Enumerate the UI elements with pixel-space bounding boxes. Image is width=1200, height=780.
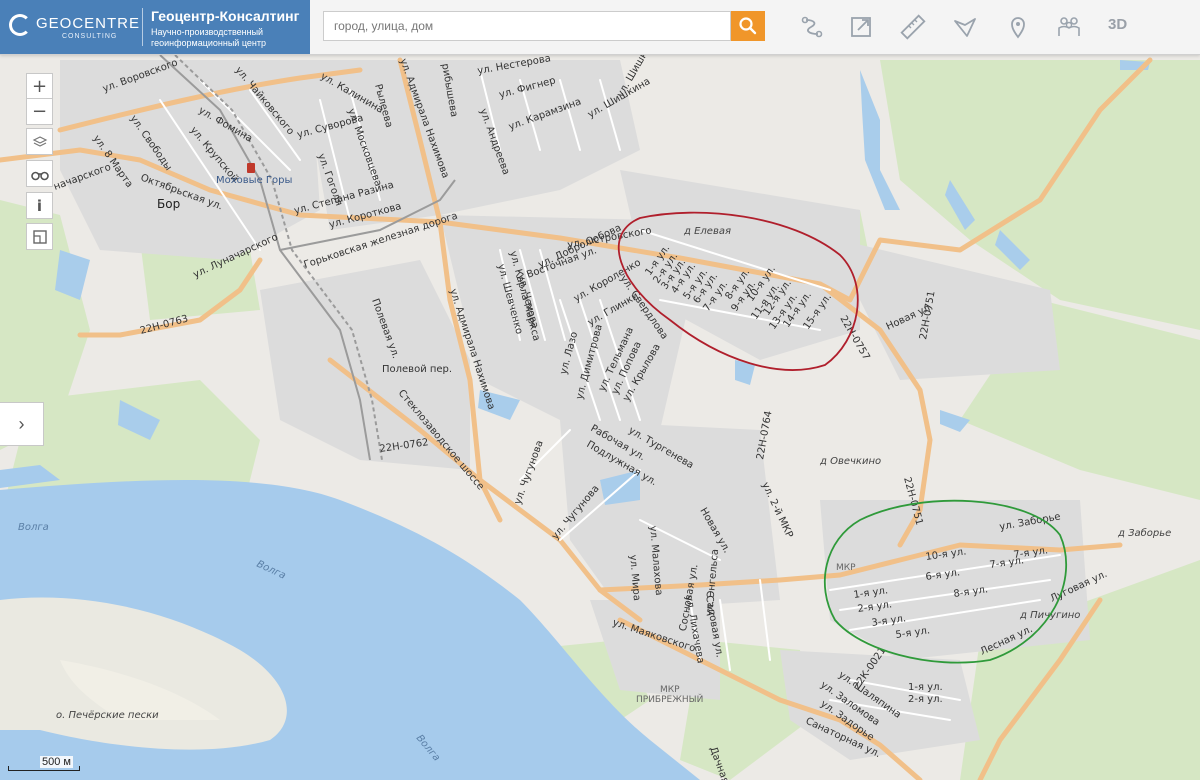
search-input[interactable]	[323, 11, 731, 41]
place-zaborye: д Заборье	[1117, 527, 1171, 539]
binoculars-icon	[30, 171, 49, 180]
area-tool[interactable]	[950, 12, 980, 42]
place-volga-1: Волга	[18, 522, 49, 533]
info-button[interactable]: i	[26, 192, 53, 219]
scale-bar: 500 м	[8, 756, 108, 775]
map-canvas[interactable]: 22Н-0763 22Н-0762 22Н-0757 22Н-0751 22Н-…	[0, 0, 1200, 780]
svg-text:2-я ул.: 2-я ул.	[908, 694, 943, 705]
logo-icon	[9, 14, 31, 36]
search-button[interactable]	[731, 11, 765, 41]
south-small-labels: 1-я ул. 2-я ул.	[908, 682, 943, 705]
place-eleva: д Елевая	[683, 226, 731, 237]
search-icon	[739, 16, 757, 34]
fullscreen-button[interactable]	[26, 223, 53, 250]
svg-text:Полевой пер.: Полевой пер.	[382, 364, 452, 375]
logo-subtext: CONSULTING	[62, 33, 118, 40]
location-pin-icon	[1011, 17, 1025, 39]
brand-title: Геоцентр-Консалтинг	[151, 8, 300, 24]
ruler-tool[interactable]	[898, 12, 928, 42]
logo-wordmark: GEOCENTRE	[36, 15, 141, 32]
railway-station-icon[interactable]	[247, 163, 255, 173]
route-icon	[801, 16, 823, 38]
brand-subtitle-line2: геоинформационный центр	[151, 38, 266, 48]
location-tool[interactable]	[1003, 12, 1033, 42]
place-mkr-pribr-1: МКР	[660, 685, 680, 695]
plus-icon: +	[31, 76, 48, 97]
brand-block[interactable]: GEOCENTRE CONSULTING Геоцентр-Консалтинг…	[0, 0, 310, 54]
scale-label: 500 м	[40, 756, 73, 768]
svg-text:1-я ул.: 1-я ул.	[908, 682, 943, 693]
zoom-out-button[interactable]: −	[26, 98, 53, 125]
brand-divider	[142, 8, 143, 46]
place-bor: Бор	[157, 197, 180, 211]
3d-toggle-button[interactable]: 3D	[1108, 16, 1127, 33]
people-icon	[1058, 17, 1080, 36]
place-mkr-small: МКР	[836, 563, 856, 573]
binoculars-button[interactable]	[26, 160, 53, 187]
zoom-in-button[interactable]: +	[26, 73, 53, 100]
users-tool[interactable]	[1054, 12, 1084, 42]
sidebar-toggle-button[interactable]: ›	[0, 402, 44, 446]
top-bar: GEOCENTRE CONSULTING Геоцентр-Консалтинг…	[0, 0, 1200, 55]
place-mokhovye: Моховые Горы	[216, 175, 292, 186]
place-ovechkino: д Овечкино	[819, 456, 881, 467]
brand-subtitle-line1: Научно-производственный	[151, 27, 264, 37]
map-frame-icon	[32, 229, 47, 244]
area-measure-icon	[954, 18, 976, 37]
open-external-tool[interactable]	[846, 12, 876, 42]
minus-icon: −	[31, 101, 48, 122]
route-tool[interactable]	[797, 12, 827, 42]
layers-icon	[32, 135, 47, 147]
external-link-icon	[851, 17, 871, 37]
layers-button[interactable]	[26, 128, 53, 155]
ruler-icon	[900, 14, 926, 40]
info-icon: i	[36, 196, 43, 215]
place-mkr-pribr-2: ПРИБРЕЖНЫЙ	[636, 693, 703, 705]
chevron-right-icon: ›	[18, 413, 25, 434]
place-island: о. Печёрские пески	[56, 710, 159, 721]
